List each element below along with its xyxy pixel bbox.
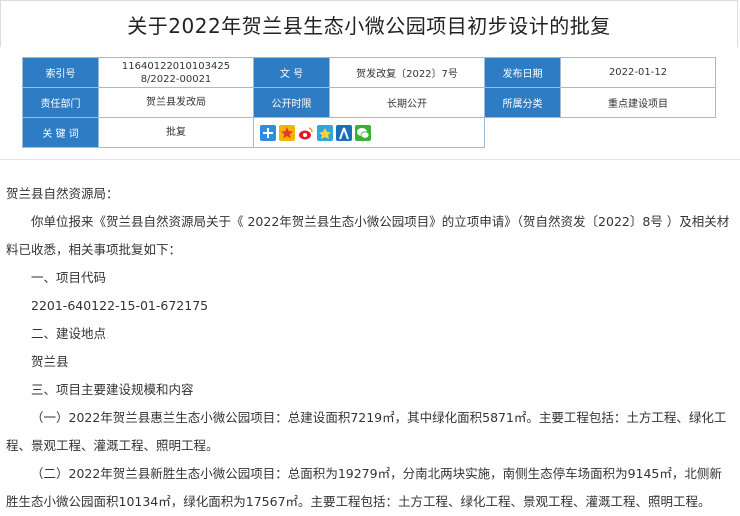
index-value: 11640122010103425​8/2022-00021: [98, 57, 254, 88]
plus-share-icon[interactable]: [260, 124, 276, 141]
category-label: 所属分类: [484, 87, 561, 118]
star-share-icon[interactable]: [279, 124, 295, 141]
article-body: 贺兰县自然资源局： 你单位报来《贺兰县自然资源局关于《 2022年贺兰县生态小微…: [6, 180, 734, 516]
qzone-share-icon[interactable]: [317, 124, 333, 141]
metadata-row: 关 键 词 批复: [22, 117, 716, 148]
publish-date-value: 2022-01-12: [560, 57, 716, 88]
title-box: 关于2022年贺兰县生态小微公园项目初步设计的批复: [0, 0, 738, 47]
share-bar: [253, 117, 485, 148]
item-paragraph: （一）2022年贺兰县惠兰生态小微公园项目：总建设面积7219㎡，其中绿化面积5…: [6, 410, 727, 453]
salutation: 贺兰县自然资源局：: [6, 186, 119, 201]
location-text: 贺兰县: [31, 354, 69, 369]
index-label: 索引号: [22, 57, 99, 88]
doc-number-label: 文 号: [253, 57, 330, 88]
intro-paragraph: 你单位报来《贺兰县自然资源局关于《 2022年贺兰县生态小微公园项目》的立项申请…: [6, 214, 730, 257]
disclosure-period-value: 长期公开: [329, 87, 485, 118]
item-paragraph: （二）2022年贺兰县新胜生态小微公园项目：总面积为19279㎡，分南北两块实施…: [6, 466, 722, 509]
doc-number-value: 贺发改复〔2022〕7号: [329, 57, 485, 88]
metadata-row: 责任部门 贺兰县发改局 公开时限 长期公开 所属分类 重点建设项目: [22, 87, 716, 118]
section-heading: 一、项目代码: [31, 270, 107, 285]
weibo-share-icon[interactable]: [298, 124, 314, 141]
page-title: 关于2022年贺兰县生态小微公园项目初步设计的批复: [127, 13, 611, 38]
publish-date-label: 发布日期: [484, 57, 561, 88]
wechat-share-icon[interactable]: [355, 124, 371, 141]
department-label: 责任部门: [22, 87, 99, 118]
renren-share-icon[interactable]: [336, 124, 352, 141]
section-heading: 二、建设地点: [31, 326, 107, 341]
disclosure-period-label: 公开时限: [253, 87, 330, 118]
metadata-table: 索引号 11640122010103425​8/2022-00021 文 号 贺…: [22, 57, 716, 148]
keywords-value: 批复: [98, 117, 254, 148]
metadata-row: 索引号 11640122010103425​8/2022-00021 文 号 贺…: [22, 57, 716, 88]
category-value: 重点建设项目: [560, 87, 716, 118]
empty-cell: [485, 118, 716, 148]
project-code: 2201-640122-15-01-672175: [31, 298, 209, 313]
department-value: 贺兰县发改局: [98, 87, 254, 118]
divider: [0, 159, 740, 160]
section-heading: 三、项目主要建设规模和内容: [31, 382, 194, 397]
keywords-label: 关 键 词: [22, 117, 99, 148]
